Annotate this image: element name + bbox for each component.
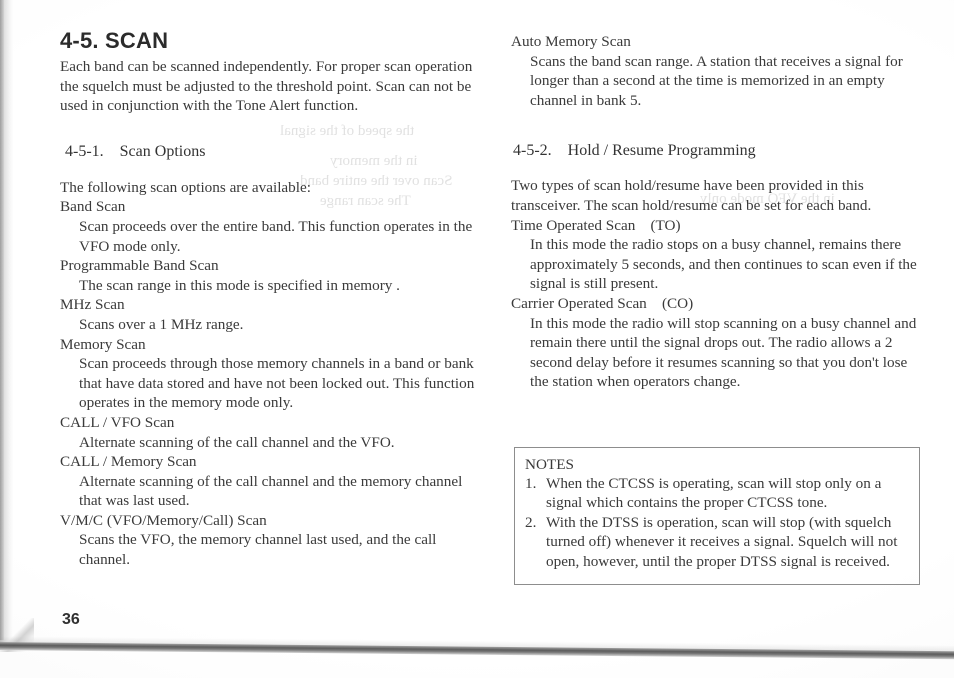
note-number: 2.: [525, 513, 537, 531]
option-description: Scans the VFO, the memory channel last u…: [79, 531, 437, 569]
notes-heading: NOTES: [525, 456, 574, 473]
right-column: Auto Memory Scan Scans the band scan ran…: [511, 0, 926, 392]
auto-memory-scan-block: Auto Memory Scan Scans the band scan ran…: [511, 32, 926, 110]
subsection-number: 4-5-2.: [513, 142, 552, 160]
option-description: Scans over a 1 MHz range.: [79, 315, 244, 333]
notes-box: NOTES 1. When the CTCSS is operating, sc…: [514, 447, 920, 585]
option-description: The scan range in this mode is specified…: [79, 276, 400, 294]
note-text: When the CTCSS is operating, scan will s…: [546, 475, 882, 512]
option-term: Memory Scan: [60, 335, 146, 353]
note-number: 1.: [525, 475, 537, 492]
page-edge-left-shadow: [0, 0, 4, 640]
option-term: V/M/C (VFO/Memory/Call) Scan: [60, 511, 267, 529]
option-term: Band Scan: [60, 198, 126, 216]
mode-description: In this mode the radio will stop scannin…: [530, 314, 917, 391]
option-term: Auto Memory Scan: [511, 33, 631, 50]
option-description: Scans the band scan range. A station tha…: [530, 52, 903, 109]
mode-term: Carrier Operated Scan (CO): [511, 294, 694, 312]
note-text: With the DTSS is operation, scan will st…: [546, 513, 898, 570]
section-intro-paragraph: Each band can be scanned independently. …: [60, 58, 473, 115]
scanned-manual-page: the speed of the signal in the memory Sc…: [0, 0, 954, 678]
scan-modes-list: Time Operated Scan (TO) In this mode the…: [511, 216, 926, 392]
option-term: Programmable Band Scan: [60, 257, 219, 275]
left-column: 4-5. SCAN Each band can be scanned indep…: [60, 0, 485, 570]
note-item: 2. With the DTSS is operation, scan will…: [525, 513, 910, 571]
subsection-heading-scan-options: 4-5-1. Scan Options: [65, 141, 485, 162]
option-term: CALL / Memory Scan: [60, 453, 197, 471]
option-description: Scan proceeds through those memory chann…: [79, 355, 475, 412]
option-description: Alternate scanning of the call channel a…: [79, 472, 463, 510]
section-heading: 4-5. SCAN: [60, 28, 169, 53]
subsection-number: 4-5-1.: [65, 142, 104, 160]
subsection-heading-hold-resume: 4-5-2. Hold / Resume Programming: [513, 140, 926, 161]
mode-term: Time Operated Scan (TO): [511, 216, 681, 234]
scan-options-list: Band Scan Scan proceeds over the entire …: [60, 197, 485, 569]
option-term: CALL / VFO Scan: [60, 413, 175, 431]
hold-resume-intro: Two types of scan hold/resume have been …: [511, 177, 872, 214]
option-description: Scan proceeds over the entire band. This…: [79, 217, 473, 255]
note-item: 1. When the CTCSS is operating, scan wil…: [525, 474, 910, 513]
subsection-title: Scan Options: [119, 142, 206, 160]
option-term: MHz Scan: [60, 296, 125, 314]
page-number: 36: [62, 611, 80, 628]
mode-description: In this mode the radio stops on a busy c…: [530, 236, 917, 293]
option-description: Alternate scanning of the call channel a…: [79, 433, 395, 451]
options-lead-in: The following scan options are available…: [60, 178, 311, 196]
subsection-title: Hold / Resume Programming: [567, 142, 756, 160]
